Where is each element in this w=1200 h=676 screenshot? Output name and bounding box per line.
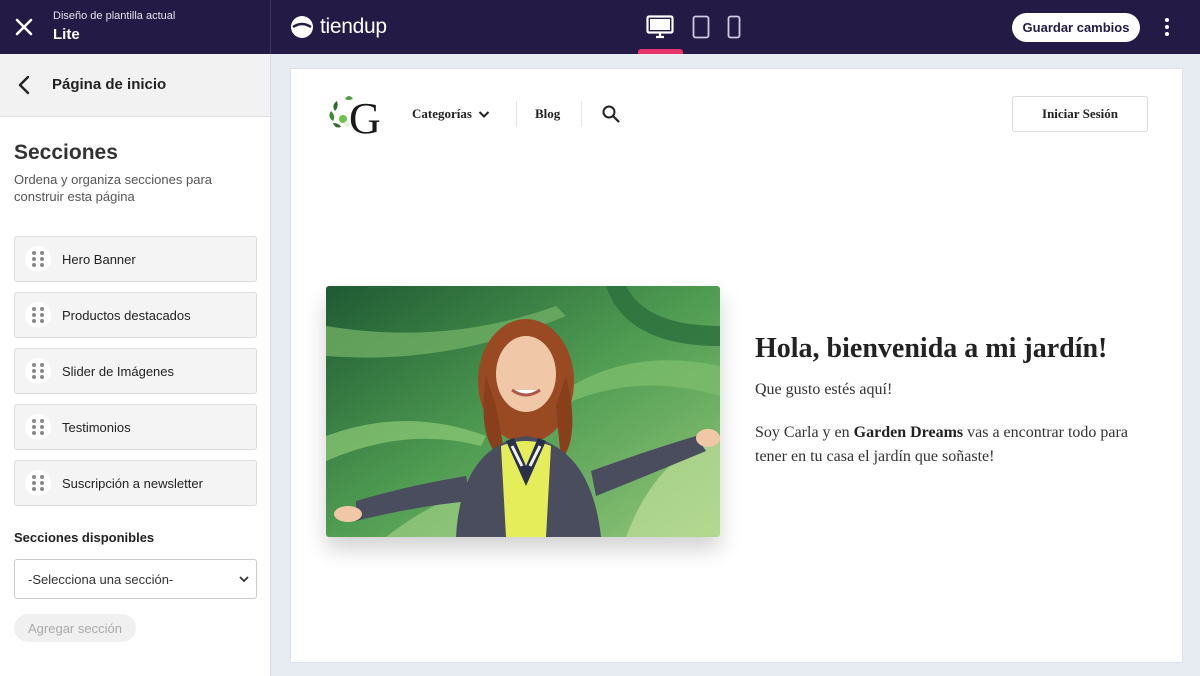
nav-categories[interactable]: Categorías bbox=[412, 106, 490, 122]
save-changes-button[interactable]: Guardar cambios bbox=[1012, 13, 1140, 42]
store-logo[interactable]: G bbox=[327, 91, 381, 143]
desktop-view-icon[interactable] bbox=[645, 14, 675, 40]
available-sections-heading: Secciones disponibles bbox=[14, 530, 155, 545]
hero-image bbox=[326, 286, 720, 537]
select-value: -Selecciona una sección- bbox=[28, 572, 174, 587]
hero-body-brand: Garden Dreams bbox=[853, 424, 964, 441]
chevron-down-icon bbox=[478, 111, 490, 118]
hero-title: Hola, bienvenida a mi jardín! bbox=[755, 333, 1108, 364]
tablet-view-icon[interactable] bbox=[690, 14, 712, 40]
store-preview: G Categorías Blog Iniciar Sesión Hola, b… bbox=[290, 68, 1183, 663]
nav-blog[interactable]: Blog bbox=[535, 106, 560, 122]
section-label: Productos destacados bbox=[62, 308, 191, 323]
section-label: Suscripción a newsletter bbox=[62, 476, 203, 491]
template-name: Lite bbox=[53, 26, 80, 43]
top-bar: Diseño de plantilla actual Lite tiendup … bbox=[0, 0, 1200, 54]
more-options-icon[interactable] bbox=[1157, 14, 1177, 40]
search-icon[interactable] bbox=[601, 104, 621, 124]
section-item-productos-destacados[interactable]: Productos destacados bbox=[14, 292, 257, 338]
section-label: Slider de Imágenes bbox=[62, 364, 175, 379]
section-label: Hero Banner bbox=[62, 252, 136, 267]
hero-body: Soy Carla y en Garden Dreams vas a encon… bbox=[755, 421, 1155, 469]
tiendup-logo-icon bbox=[291, 16, 313, 38]
template-caption: Diseño de plantilla actual bbox=[53, 10, 176, 22]
active-device-indicator bbox=[638, 49, 683, 54]
section-label: Testimonios bbox=[62, 420, 131, 435]
login-button[interactable]: Iniciar Sesión bbox=[1012, 96, 1148, 132]
nav-divider bbox=[581, 101, 582, 127]
sections-description: Ordena y organiza secciones para constru… bbox=[14, 172, 213, 204]
drag-handle-icon[interactable] bbox=[25, 358, 51, 384]
sidebar: Página de inicio Secciones Ordena y orga… bbox=[0, 54, 271, 676]
nav-divider bbox=[516, 101, 517, 127]
drag-handle-icon[interactable] bbox=[25, 302, 51, 328]
hero-body-prefix: Soy Carla y en bbox=[755, 424, 854, 441]
section-item-newsletter[interactable]: Suscripción a newsletter bbox=[14, 460, 257, 506]
brand-name: tiendup bbox=[320, 15, 387, 38]
drag-handle-icon[interactable] bbox=[25, 246, 51, 272]
section-item-testimonios[interactable]: Testimonios bbox=[14, 404, 257, 450]
section-select[interactable]: -Selecciona una sección- bbox=[14, 559, 257, 599]
close-icon[interactable] bbox=[10, 13, 38, 41]
topbar-divider bbox=[270, 0, 271, 54]
svg-text:G: G bbox=[349, 94, 381, 139]
hero-subtitle: Que gusto estés aquí! bbox=[755, 381, 893, 398]
drag-handle-icon[interactable] bbox=[25, 414, 51, 440]
sidebar-header: Página de inicio bbox=[0, 54, 270, 117]
add-section-button[interactable]: Agregar sección bbox=[14, 614, 136, 642]
section-item-hero-banner[interactable]: Hero Banner bbox=[14, 236, 257, 282]
back-arrow-icon[interactable] bbox=[14, 74, 36, 96]
section-item-slider-imagenes[interactable]: Slider de Imágenes bbox=[14, 348, 257, 394]
sections-heading: Secciones bbox=[14, 141, 118, 164]
drag-handle-icon[interactable] bbox=[25, 470, 51, 496]
mobile-view-icon[interactable] bbox=[725, 14, 743, 40]
page-title: Página de inicio bbox=[52, 76, 167, 93]
brand-logo: tiendup bbox=[290, 14, 387, 40]
chevron-down-icon bbox=[239, 576, 249, 583]
nav-categories-label: Categorías bbox=[412, 106, 472, 121]
